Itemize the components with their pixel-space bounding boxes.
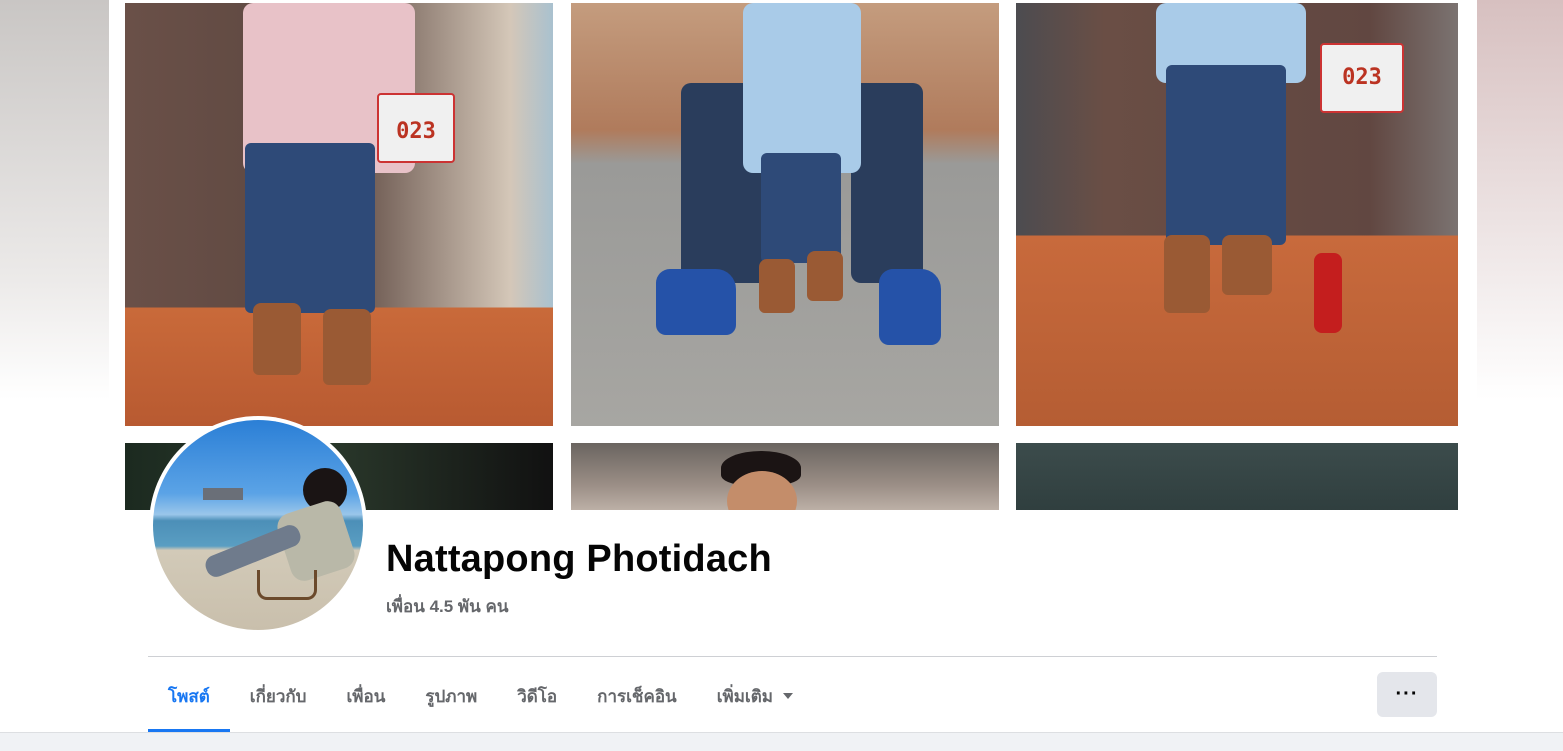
race-plate: 023 [377,93,455,163]
tab-label: รูปภาพ [425,686,478,706]
profile-tabs: โพสต์ เกี่ยวกับ เพื่อน รูปภาพ วิดีโอ การ… [148,660,813,732]
avatar [153,420,363,630]
tab-checkins[interactable]: การเช็คอิน [577,660,697,732]
child-boot-right [807,251,843,301]
boot-right [1222,235,1272,295]
boot-right [323,309,371,385]
tab-label: การเช็คอิน [597,686,677,706]
tab-label: เกี่ยวกับ [249,686,307,706]
tab-label: วิดีโอ [517,686,558,706]
more-options-button[interactable]: ··· [1377,672,1437,717]
red-bottle [1314,253,1342,333]
child-shirt [743,3,861,173]
boot-left [1164,235,1210,313]
tab-label: เพื่อน [346,686,386,706]
tab-about[interactable]: เกี่ยวกับ [230,660,327,732]
boot-left [253,303,301,375]
tab-videos[interactable]: วิดีโอ [497,660,577,732]
tab-photos[interactable]: รูปภาพ [405,660,497,732]
friends-count-link[interactable]: เพื่อน 4.5 พัน คน [386,593,508,620]
adult-leg-right [851,83,923,283]
cover-photo-1: 023 [125,3,553,426]
sneaker-right [879,269,941,345]
child-boot-left [759,259,795,313]
page-background-strip [0,733,1563,751]
kid-jeans [245,143,375,313]
more-horizontal-icon: ··· [1395,683,1419,705]
child-jeans [761,153,841,263]
beach-chair [257,570,317,600]
distant-ship [203,488,243,500]
cover-photo-5 [571,443,999,510]
tab-label: โพสต์ [168,686,210,706]
profile-picture[interactable] [149,416,367,634]
kid-jeans [1166,65,1286,245]
tab-friends[interactable]: เพื่อน [326,660,405,732]
cover-photo-6 [1016,443,1458,510]
sneaker-left [656,269,736,335]
cover-photo-3: 023 [1016,3,1458,426]
cover-photo-2 [571,3,999,426]
tab-more[interactable]: เพิ่มเติม [697,660,813,732]
tabs-divider [148,656,1437,657]
profile-name: Nattapong Photidach [386,538,772,580]
tab-posts[interactable]: โพสต์ [148,660,230,732]
tab-label: เพิ่มเติม [716,686,773,706]
race-plate: 023 [1320,43,1404,113]
caret-down-icon [782,693,793,699]
